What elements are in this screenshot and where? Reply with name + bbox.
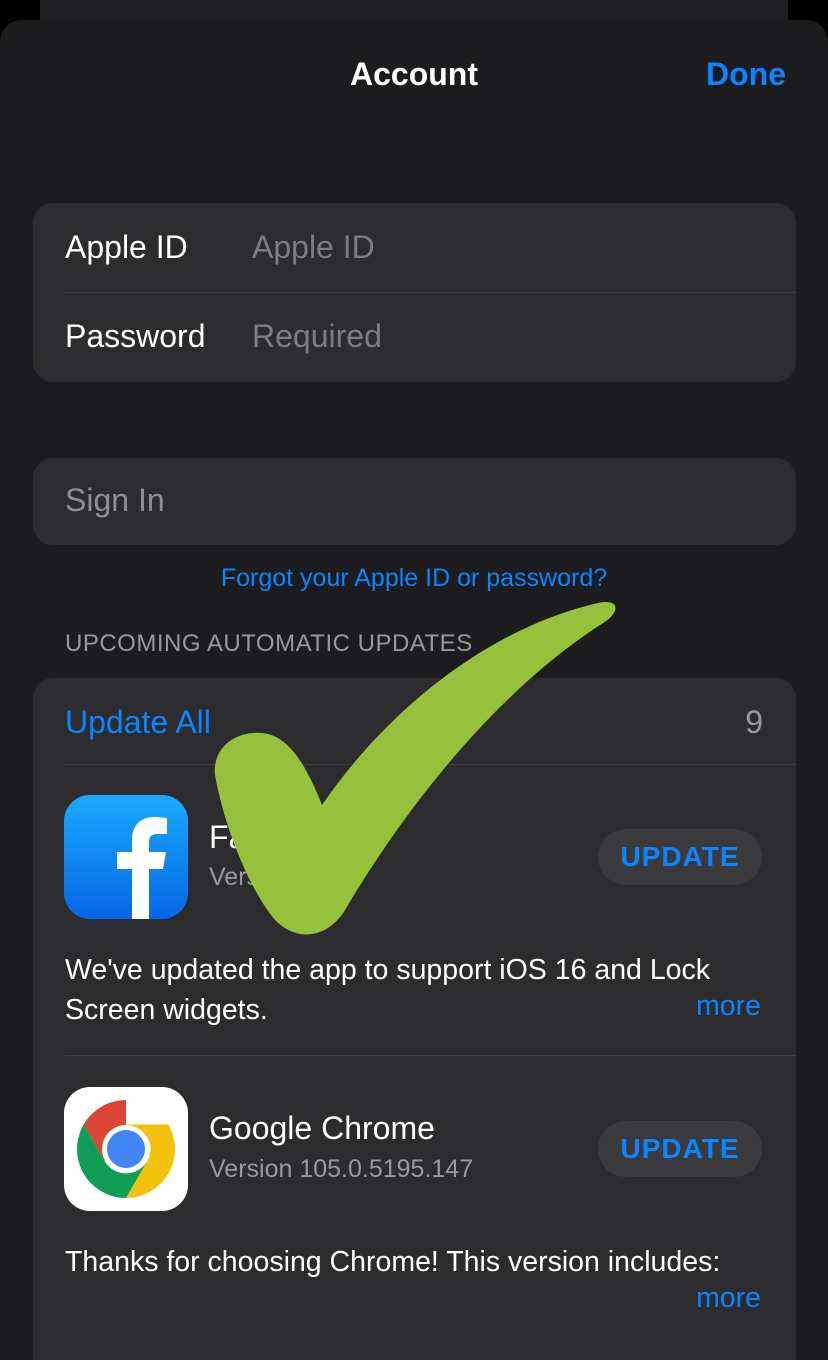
more-link[interactable]: more <box>696 990 761 1023</box>
app-name: Fa <box>209 819 247 855</box>
update-button[interactable]: UPDATE <box>598 829 762 885</box>
section-header-updates: UPCOMING AUTOMATIC UPDATES <box>65 630 473 657</box>
chrome-icon[interactable] <box>64 1087 188 1211</box>
done-button[interactable]: Done <box>706 56 786 93</box>
facebook-icon[interactable] <box>64 795 188 919</box>
apple-id-row[interactable]: Apple ID Apple ID <box>33 203 796 292</box>
password-row[interactable]: Password Required <box>33 292 796 381</box>
release-notes: Thanks for choosing Chrome! This version… <box>65 1246 721 1278</box>
app-version: Version 105.0.5195.147 <box>209 1155 474 1183</box>
apple-id-field[interactable]: Apple ID <box>252 229 375 266</box>
update-button[interactable]: UPDATE <box>598 1121 762 1177</box>
app-name: Google Chrome <box>209 1110 435 1146</box>
release-notes: We've updated the app to support iOS 16 … <box>65 954 711 1026</box>
update-count: 9 <box>745 704 763 740</box>
updates-group: Update All 9 Fa Vers UPDATE We've update… <box>33 678 796 1360</box>
divider <box>65 1055 796 1056</box>
forgot-password-text[interactable]: Forgot your Apple ID or password? <box>221 564 607 592</box>
more-link[interactable]: more <box>696 1282 761 1315</box>
sign-in-button[interactable]: Sign In <box>33 458 796 545</box>
app-version: Vers <box>209 863 260 891</box>
forgot-password-link[interactable]: Forgot your Apple ID or password? <box>0 564 828 593</box>
apple-id-label: Apple ID <box>65 229 188 265</box>
account-sheet: Account Done Apple ID Apple ID Password … <box>0 20 828 1360</box>
sign-in-label: Sign In <box>65 482 165 518</box>
login-group: Apple ID Apple ID Password Required <box>33 203 796 382</box>
page-title: Account <box>350 56 478 92</box>
divider <box>65 764 796 765</box>
update-all-button[interactable]: Update All <box>65 704 211 741</box>
password-field[interactable]: Required <box>252 318 382 355</box>
password-label: Password <box>65 318 206 354</box>
